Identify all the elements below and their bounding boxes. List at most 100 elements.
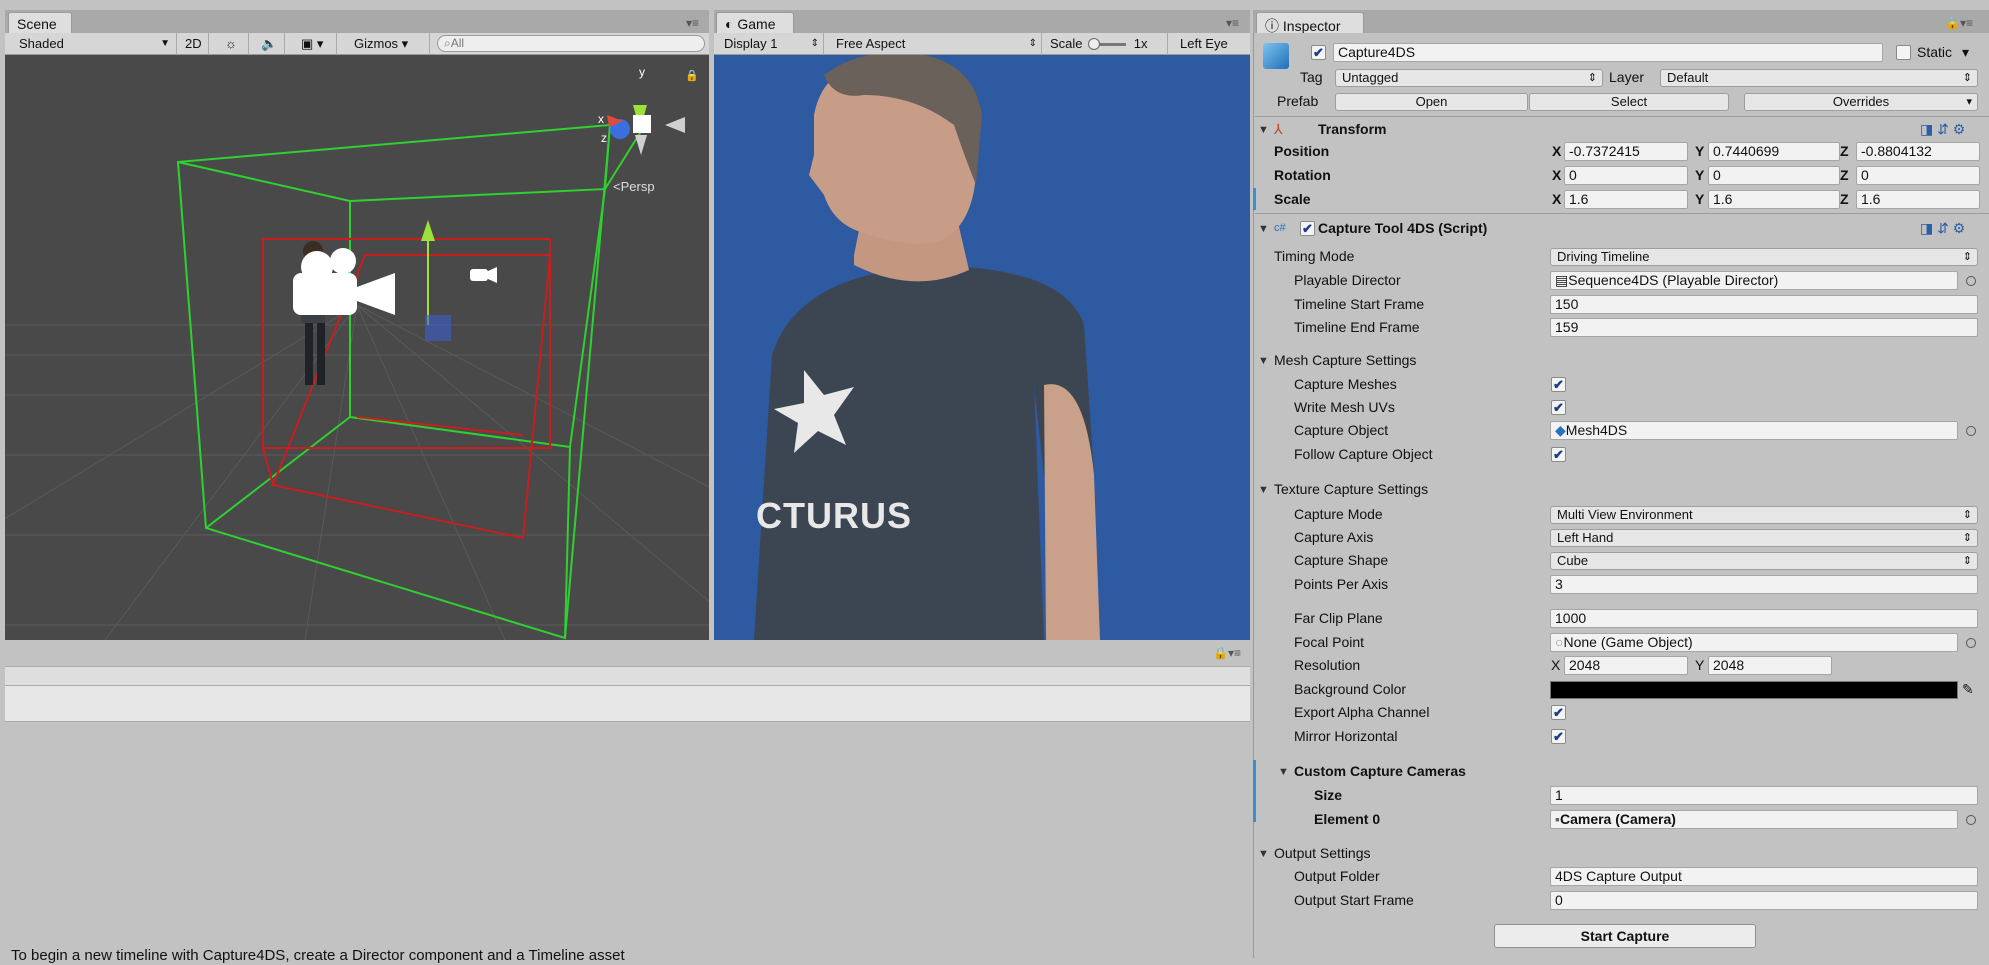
capture-object-field[interactable]: ◆Mesh4DS: [1550, 421, 1958, 440]
object-picker-icon[interactable]: [1966, 276, 1976, 286]
capture-meshes-checkbox[interactable]: ✔: [1551, 377, 1566, 392]
cameras-section-label[interactable]: Custom Capture Cameras: [1294, 762, 1466, 781]
layer-dropdown[interactable]: Default ⇕: [1660, 69, 1978, 87]
capture-shape-label: Capture Shape: [1294, 552, 1389, 568]
follow-checkbox[interactable]: ✔: [1551, 447, 1566, 462]
gizmos-dropdown[interactable]: Gizmos ▾: [348, 33, 430, 55]
2d-toggle[interactable]: 2D: [179, 33, 209, 55]
prefab-label: Prefab: [1277, 93, 1319, 109]
write-uvs-checkbox[interactable]: ✔: [1551, 400, 1566, 415]
object-picker-icon[interactable]: [1966, 426, 1976, 436]
far-clip-field[interactable]: 1000: [1550, 609, 1978, 628]
game-tab-icon: ◐: [725, 16, 738, 32]
updown-icon: ⇕: [810, 38, 819, 49]
script-foldout-icon[interactable]: ▼: [1258, 223, 1269, 235]
audio-icon[interactable]: 🔈: [255, 33, 285, 55]
pos-y-field[interactable]: 0.7440699: [1708, 142, 1840, 161]
timeline-message: To begin a new timeline with Capture4DS,…: [11, 947, 625, 964]
mesh-foldout-icon[interactable]: ▼: [1258, 355, 1269, 367]
prefab-open-button[interactable]: Open: [1335, 93, 1528, 111]
object-picker-icon[interactable]: [1966, 638, 1976, 648]
rot-x-field[interactable]: 0: [1564, 166, 1688, 185]
shading-dropdown[interactable]: Shaded ▼: [13, 33, 177, 55]
active-checkbox[interactable]: ✔: [1311, 45, 1326, 60]
mesh-icon: ◆: [1555, 422, 1566, 438]
output-foldout-icon[interactable]: ▼: [1258, 848, 1269, 860]
game-view[interactable]: CTURUS: [714, 55, 1250, 640]
transform-foldout-icon[interactable]: ▼: [1258, 124, 1269, 136]
game-tab-label: Game: [737, 16, 776, 32]
points-field[interactable]: 3: [1550, 575, 1978, 594]
timing-mode-dropdown[interactable]: Driving Timeline ⇕: [1550, 248, 1978, 266]
slider-thumb[interactable]: [1088, 38, 1101, 51]
eye-dropdown[interactable]: Left Eye: [1174, 33, 1250, 55]
capture-shape-dropdown[interactable]: Cube ⇕: [1550, 552, 1978, 570]
start-capture-button[interactable]: Start Capture: [1494, 924, 1756, 948]
pos-x-field[interactable]: -0.7372415: [1564, 142, 1688, 161]
output-start-field[interactable]: 0: [1550, 891, 1978, 910]
timeline-menu-icon[interactable]: 🔒▾≡: [1213, 646, 1241, 660]
game-menu-icon[interactable]: ▾≡: [1226, 16, 1239, 30]
rot-y-field[interactable]: 0: [1708, 166, 1840, 185]
output-folder-field[interactable]: 4DS Capture Output: [1550, 867, 1978, 886]
aspect-label: Free Aspect: [836, 36, 906, 51]
prefab-select-button[interactable]: Select: [1529, 93, 1729, 111]
element-field[interactable]: ▪Camera (Camera): [1550, 810, 1958, 829]
res-y-field[interactable]: 2048: [1708, 656, 1832, 675]
display-label: Display 1: [724, 36, 778, 51]
texture-section-label[interactable]: Texture Capture Settings: [1274, 480, 1428, 499]
static-dropdown-icon[interactable]: ▾: [1962, 43, 1969, 62]
tab-scene[interactable]: Scene: [8, 12, 72, 34]
playable-director-field[interactable]: ▤Sequence4DS (Playable Director): [1550, 271, 1958, 290]
cameras-foldout-icon[interactable]: ▼: [1278, 766, 1289, 778]
texture-foldout-icon[interactable]: ▼: [1258, 484, 1269, 496]
res-x-field[interactable]: 2048: [1564, 656, 1688, 675]
tab-inspector[interactable]: ⓘ Inspector: [1256, 12, 1364, 34]
focal-field[interactable]: ○None (Game Object): [1550, 633, 1958, 652]
scene-view[interactable]: y x z <Persp 🔒: [5, 55, 709, 640]
script-settings-icon[interactable]: ◨ ⇵ ⚙: [1920, 219, 1965, 238]
capture-mode-dropdown[interactable]: Multi View Environment ⇕: [1550, 506, 1978, 524]
timeline-panel: 🔒▾≡ To begin a new timeline with Capture…: [5, 640, 1250, 964]
object-name-input[interactable]: Capture4DS: [1333, 43, 1883, 62]
output-section-label[interactable]: Output Settings: [1274, 844, 1371, 863]
lock-icon[interactable]: 🔒: [685, 69, 699, 82]
start-frame-field[interactable]: 150: [1550, 295, 1978, 314]
rot-z-field[interactable]: 0: [1856, 166, 1980, 185]
bg-color-swatch[interactable]: [1550, 681, 1958, 699]
updown-icon: ⇕: [1962, 555, 1972, 567]
effects-icon[interactable]: ▣ ▾: [295, 33, 337, 55]
scene-menu-icon[interactable]: ▾≡: [686, 16, 699, 30]
mesh-section-label[interactable]: Mesh Capture Settings: [1274, 351, 1416, 370]
mirror-checkbox[interactable]: ✔: [1551, 729, 1566, 744]
end-frame-field[interactable]: 159: [1550, 318, 1978, 337]
static-checkbox[interactable]: [1896, 45, 1911, 60]
aspect-dropdown[interactable]: Free Aspect ⇕: [830, 33, 1042, 55]
component-help-icon[interactable]: ◨ ⇵ ⚙: [1920, 120, 1965, 139]
size-field[interactable]: 1: [1550, 786, 1978, 805]
inspector-lock-icon[interactable]: 🔒▾≡: [1945, 16, 1973, 30]
scl-x-field[interactable]: 1.6: [1564, 190, 1688, 209]
object-picker-icon[interactable]: [1966, 815, 1976, 825]
persp-label[interactable]: <Persp: [613, 179, 655, 194]
scale-slider[interactable]: Scale 1x: [1044, 33, 1168, 55]
script-enabled-checkbox[interactable]: ✔: [1300, 221, 1315, 236]
tab-game[interactable]: ◐ Game: [716, 12, 794, 34]
capture-axis-dropdown[interactable]: Left Hand ⇕: [1550, 529, 1978, 547]
scl-z-axis: Z: [1840, 191, 1849, 207]
element-label: Element 0: [1314, 811, 1381, 827]
scl-z-field[interactable]: 1.6: [1856, 190, 1980, 209]
capture-axis-label: Capture Axis: [1294, 529, 1374, 545]
display-dropdown[interactable]: Display 1 ⇕: [718, 33, 824, 55]
far-clip-label: Far Clip Plane: [1294, 610, 1383, 626]
pos-z-field[interactable]: -0.8804132: [1856, 142, 1980, 161]
alpha-checkbox[interactable]: ✔: [1551, 705, 1566, 720]
lighting-icon[interactable]: ☼: [219, 33, 249, 55]
eyedropper-icon[interactable]: ✎: [1962, 680, 1974, 699]
scl-y-field[interactable]: 1.6: [1708, 190, 1840, 209]
orientation-gizmo[interactable]: [607, 105, 685, 155]
prefab-overrides-dropdown[interactable]: Overrides ▾: [1744, 93, 1978, 111]
updown-icon: ⇕: [1962, 532, 1972, 544]
scene-search-input[interactable]: ⌕All: [437, 35, 705, 52]
tag-dropdown[interactable]: Untagged ⇕: [1335, 69, 1603, 87]
